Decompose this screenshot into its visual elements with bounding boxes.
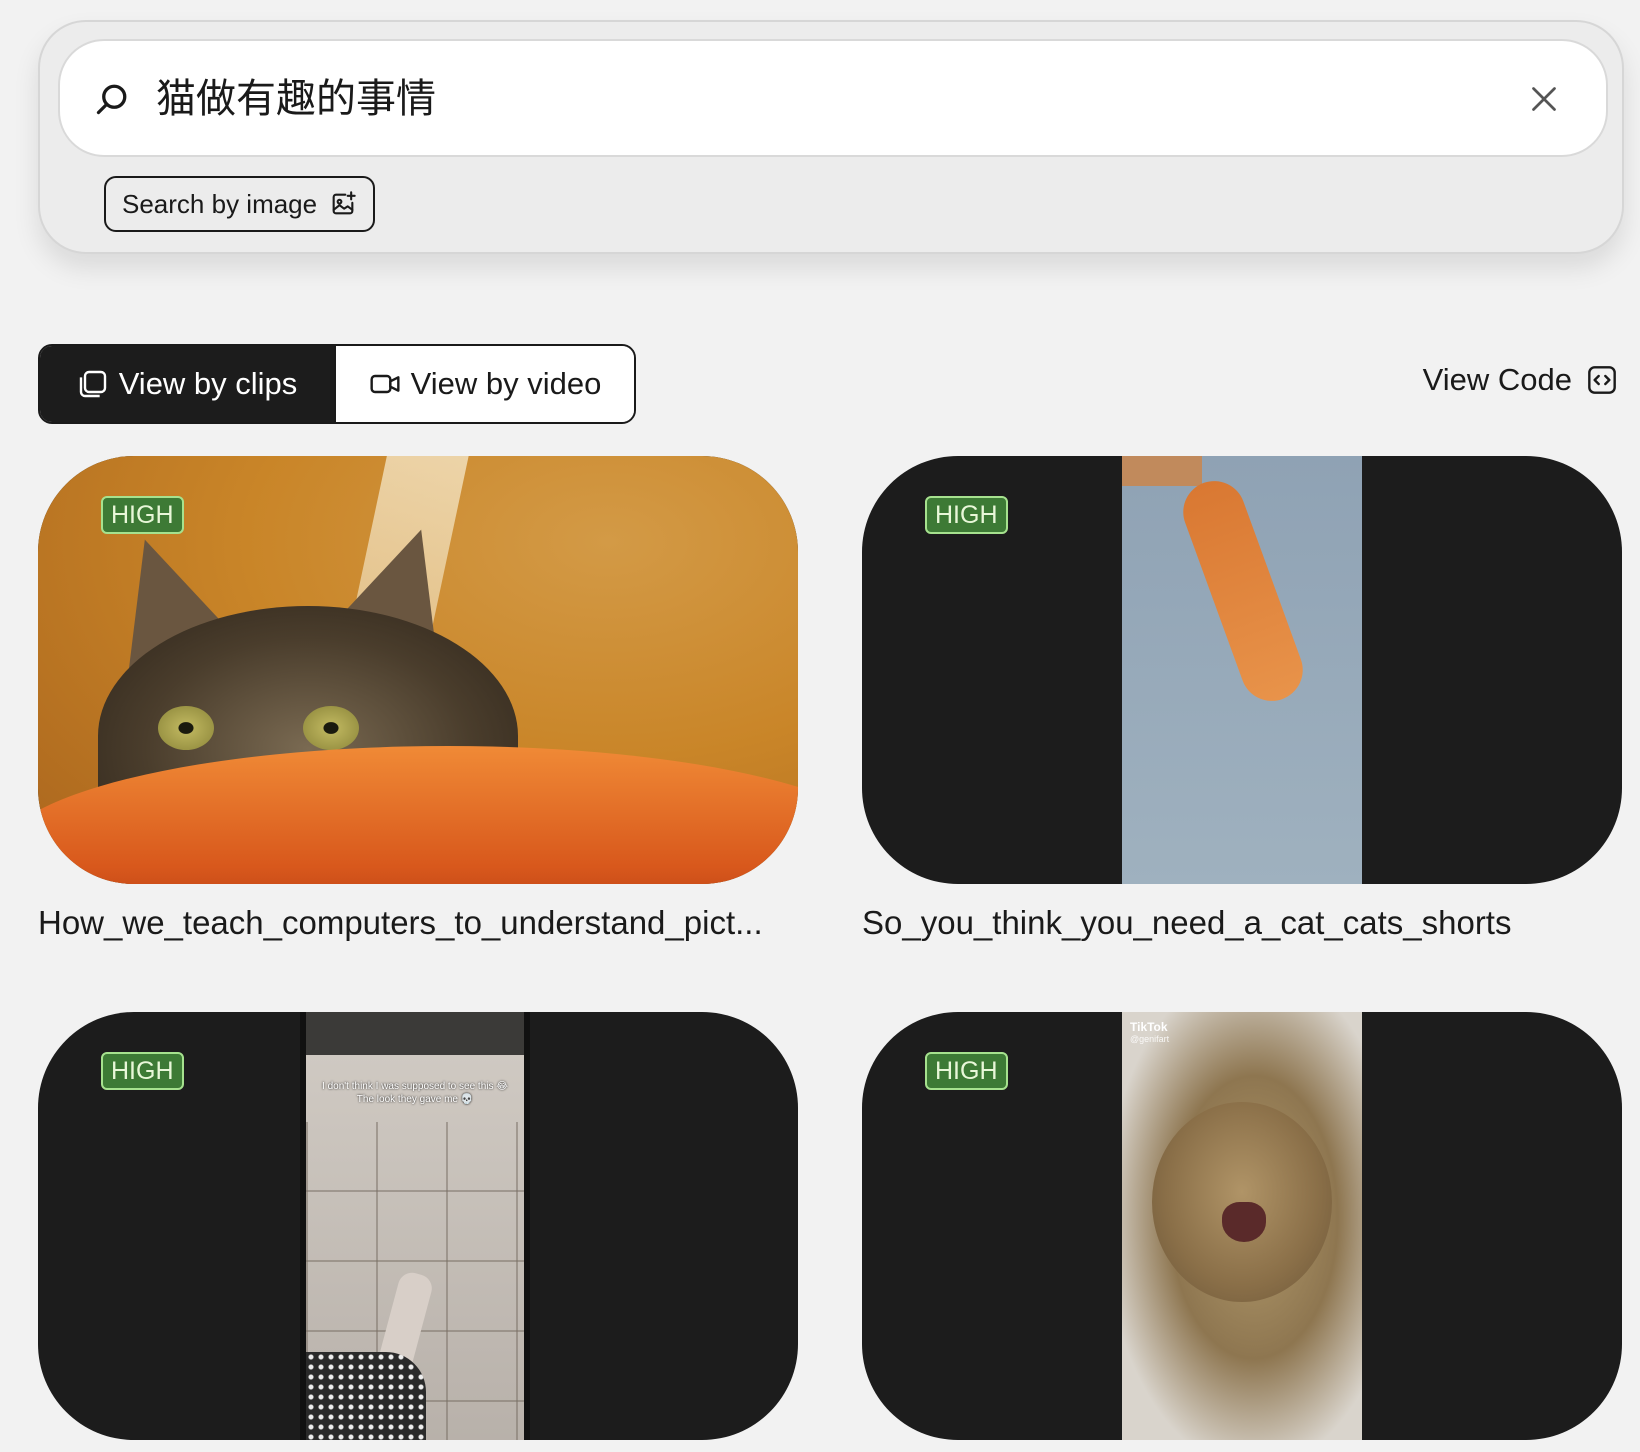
video-thumbnail: I don't think I was supposed to see this… bbox=[300, 1012, 530, 1440]
confidence-badge: HIGH bbox=[101, 496, 184, 534]
search-by-image-label: Search by image bbox=[122, 188, 318, 219]
view-toggle: View by clips View by video bbox=[38, 344, 636, 424]
search-panel: 猫做有趣的事情 Search by image bbox=[38, 20, 1624, 254]
result-card[interactable]: HIGH bbox=[862, 456, 1622, 884]
code-icon bbox=[1588, 366, 1616, 394]
video-thumbnail bbox=[1122, 456, 1362, 884]
tiktok-watermark-label: TikTok bbox=[1130, 1020, 1168, 1034]
tiktok-watermark-handle: @genifart bbox=[1130, 1034, 1170, 1044]
video-overlay-caption: I don't think I was supposed to see this… bbox=[322, 1081, 508, 1105]
result-card[interactable]: HIGH bbox=[38, 456, 798, 884]
confidence-badge: HIGH bbox=[925, 1052, 1008, 1090]
confidence-badge: HIGH bbox=[101, 1052, 184, 1090]
video-thumbnail: TikTok @genifart bbox=[1122, 1012, 1362, 1440]
search-box[interactable]: 猫做有趣的事情 bbox=[58, 39, 1608, 157]
clips-icon bbox=[79, 370, 106, 398]
result-title[interactable]: So_you_think_you_need_a_cat_cats_shorts bbox=[862, 904, 1622, 942]
tab-view-by-video-label: View by video bbox=[410, 366, 602, 401]
tab-view-by-clips-label: View by clips bbox=[118, 366, 298, 401]
view-code-button[interactable]: View Code bbox=[1423, 362, 1618, 398]
view-code-label: View Code bbox=[1422, 362, 1572, 397]
video-camera-icon bbox=[370, 374, 400, 394]
search-by-image-button[interactable]: Search by image bbox=[104, 176, 376, 232]
result-card[interactable]: TikTok @genifart HIGH bbox=[862, 1012, 1622, 1440]
add-image-icon bbox=[332, 191, 356, 215]
confidence-badge: HIGH bbox=[925, 496, 1008, 534]
result-card[interactable]: I don't think I was supposed to see this… bbox=[38, 1012, 798, 1440]
tab-view-by-video[interactable]: View by video bbox=[334, 346, 634, 422]
close-icon[interactable] bbox=[1526, 81, 1562, 117]
tiktok-watermark: TikTok @genifart bbox=[1130, 1020, 1169, 1044]
search-icon bbox=[96, 84, 127, 115]
search-input[interactable]: 猫做有趣的事情 bbox=[156, 75, 436, 123]
result-title[interactable]: How_we_teach_computers_to_understand_pic… bbox=[38, 904, 798, 942]
tab-view-by-clips[interactable]: View by clips bbox=[40, 346, 334, 422]
